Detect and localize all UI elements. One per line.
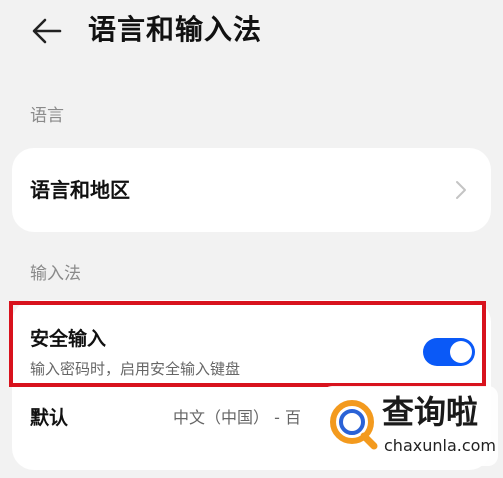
section-label-language: 语言 — [30, 106, 64, 126]
page-title: 语言和输入法 — [88, 13, 263, 46]
watermark-en: chaxunla.com — [384, 436, 496, 455]
chevron-right-icon — [456, 181, 466, 199]
back-arrow-icon[interactable] — [30, 14, 64, 48]
highlight-box — [9, 301, 486, 387]
search-logo-icon — [330, 400, 378, 450]
default-input-label: 默认 — [30, 407, 69, 429]
default-input-value: 中文（中国） - 百 — [173, 408, 301, 427]
section-label-input: 输入法 — [30, 264, 81, 284]
language-region-label: 语言和地区 — [30, 178, 130, 202]
watermark: 查询啦 chaxunla.com — [322, 386, 498, 466]
watermark-cn: 查询啦 — [382, 393, 479, 431]
language-region-item[interactable]: 语言和地区 — [12, 148, 491, 232]
header: 语言和输入法 — [0, 0, 503, 72]
